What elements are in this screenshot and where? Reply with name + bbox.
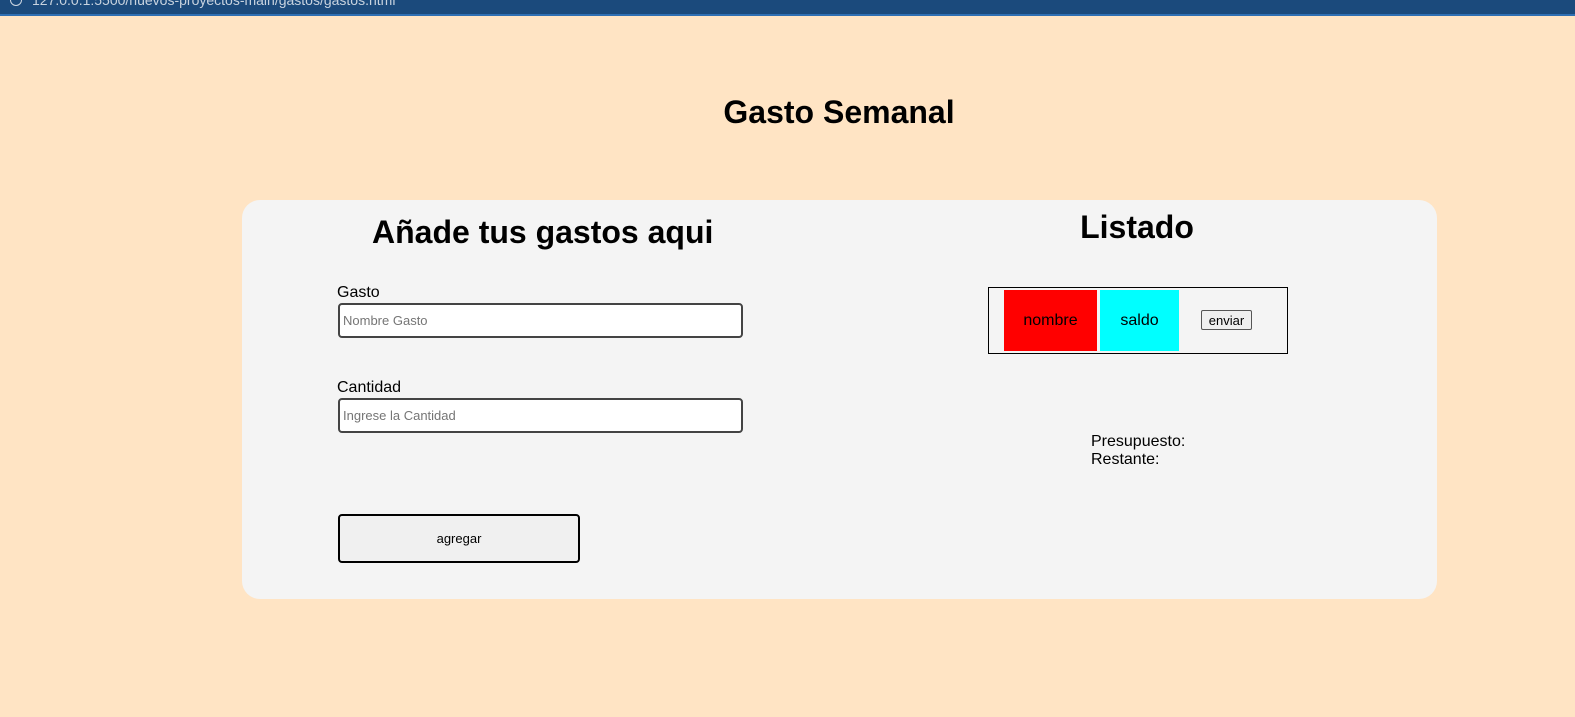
site-info-icon[interactable] xyxy=(10,0,22,6)
cantidad-label: Cantidad xyxy=(337,379,402,396)
agregar-button[interactable]: agregar xyxy=(338,514,580,563)
browser-url[interactable]: 127.0.0.1:5500/nuevos-proyectos-main/gas… xyxy=(32,0,395,8)
saldo-cell: saldo xyxy=(1100,290,1179,351)
enviar-button[interactable]: enviar xyxy=(1201,310,1252,330)
browser-address-bar[interactable]: 127.0.0.1:5500/nuevos-proyectos-main/gas… xyxy=(0,0,1575,16)
presupuesto-label: Presupuesto: xyxy=(1091,433,1186,450)
gasto-input[interactable] xyxy=(338,303,743,338)
page-title: Gasto Semanal xyxy=(723,94,955,130)
nombre-cell: nombre xyxy=(1004,290,1097,351)
restante-label: Restante: xyxy=(1091,451,1160,468)
listado-table: nombre saldo enviar xyxy=(988,287,1288,354)
gasto-label: Gasto xyxy=(337,284,380,301)
main-panel: Añade tus gastos aqui Gasto Cantidad agr… xyxy=(242,200,1437,599)
listado-heading: Listado xyxy=(1080,209,1194,245)
cantidad-input[interactable] xyxy=(338,398,743,433)
form-heading: Añade tus gastos aqui xyxy=(372,214,714,250)
